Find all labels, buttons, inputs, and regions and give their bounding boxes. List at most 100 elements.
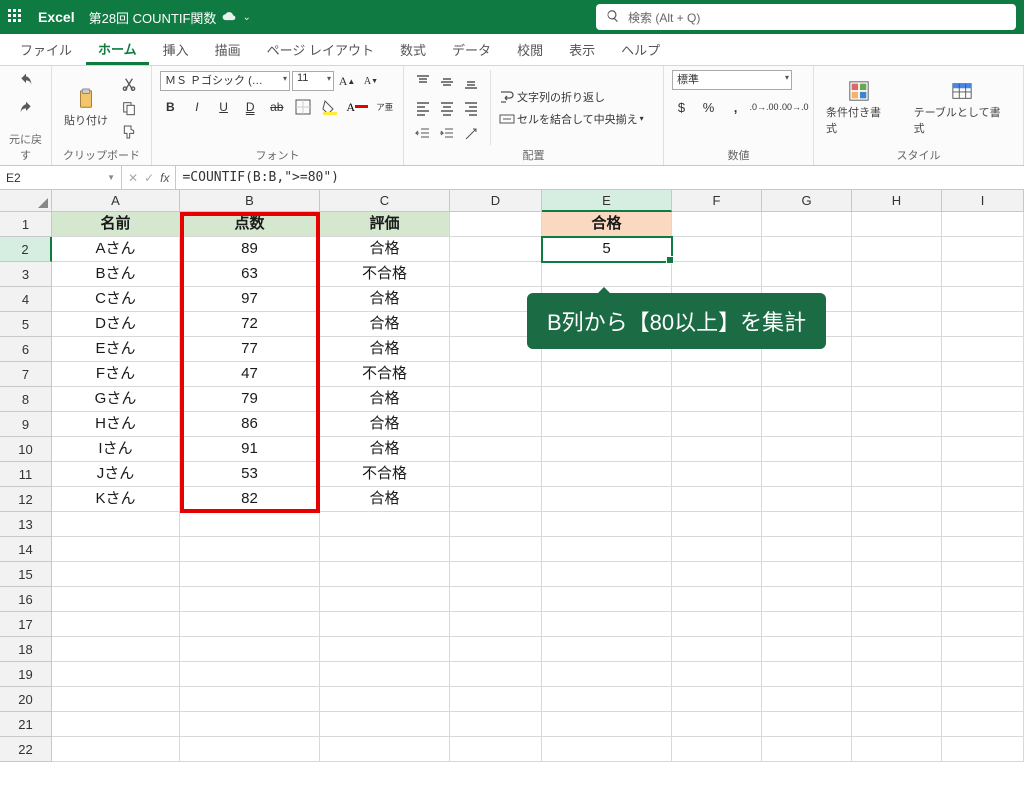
currency-button[interactable]: $ (672, 96, 691, 118)
row-header-4[interactable]: 4 (0, 287, 52, 312)
cell-B10[interactable]: 91 (180, 437, 320, 462)
document-title[interactable]: 第28回 COUNTIF関数 ⌄ (89, 8, 251, 27)
cell-B4[interactable]: 97 (180, 287, 320, 312)
cell-I21[interactable] (942, 712, 1024, 737)
cell-C16[interactable] (320, 587, 450, 612)
cell-D15[interactable] (450, 562, 542, 587)
cell-D3[interactable] (450, 262, 542, 287)
cell-B5[interactable]: 72 (180, 312, 320, 337)
tab-page-layout[interactable]: ページ レイアウト (255, 34, 386, 65)
cell-A3[interactable]: Bさん (52, 262, 180, 287)
copy-button[interactable] (118, 97, 140, 119)
cell-H15[interactable] (852, 562, 942, 587)
cell-B16[interactable] (180, 587, 320, 612)
tab-draw[interactable]: 描画 (203, 34, 253, 65)
cell-E18[interactable] (542, 637, 672, 662)
cell-F7[interactable] (672, 362, 762, 387)
cell-E8[interactable] (542, 387, 672, 412)
cell-C18[interactable] (320, 637, 450, 662)
cell-H22[interactable] (852, 737, 942, 762)
cell-C13[interactable] (320, 512, 450, 537)
cell-I22[interactable] (942, 737, 1024, 762)
cell-B18[interactable] (180, 637, 320, 662)
row-header-22[interactable]: 22 (0, 737, 52, 762)
cell-H1[interactable] (852, 212, 942, 237)
cell-C8[interactable]: 合格 (320, 387, 450, 412)
cell-A13[interactable] (52, 512, 180, 537)
align-left-button[interactable] (412, 97, 434, 119)
apps-icon[interactable] (8, 9, 24, 25)
cell-C3[interactable]: 不合格 (320, 262, 450, 287)
cell-C10[interactable]: 合格 (320, 437, 450, 462)
cell-D2[interactable] (450, 237, 542, 262)
cell-B19[interactable] (180, 662, 320, 687)
cell-G15[interactable] (762, 562, 852, 587)
cell-D12[interactable] (450, 487, 542, 512)
align-top-button[interactable] (412, 71, 434, 93)
cell-B7[interactable]: 47 (180, 362, 320, 387)
cell-G18[interactable] (762, 637, 852, 662)
cell-F21[interactable] (672, 712, 762, 737)
tab-formulas[interactable]: 数式 (388, 34, 438, 65)
cell-C12[interactable]: 合格 (320, 487, 450, 512)
tab-data[interactable]: データ (440, 34, 503, 65)
cell-G21[interactable] (762, 712, 852, 737)
fill-color-button[interactable] (320, 96, 341, 118)
cell-H12[interactable] (852, 487, 942, 512)
bold-button[interactable]: B (160, 96, 181, 118)
wrap-text-button[interactable]: 文字列の折り返し (499, 89, 644, 105)
row-header-3[interactable]: 3 (0, 262, 52, 287)
cell-D19[interactable] (450, 662, 542, 687)
column-header-B[interactable]: B (180, 190, 320, 212)
borders-button[interactable] (293, 96, 314, 118)
percent-button[interactable]: % (699, 96, 718, 118)
cell-I13[interactable] (942, 512, 1024, 537)
cell-H18[interactable] (852, 637, 942, 662)
cell-D16[interactable] (450, 587, 542, 612)
select-all-button[interactable] (0, 190, 52, 212)
cell-D14[interactable] (450, 537, 542, 562)
cell-A8[interactable]: Gさん (52, 387, 180, 412)
cell-F10[interactable] (672, 437, 762, 462)
cell-H4[interactable] (852, 287, 942, 312)
row-header-7[interactable]: 7 (0, 362, 52, 387)
align-bottom-button[interactable] (460, 71, 482, 93)
cell-I6[interactable] (942, 337, 1024, 362)
cell-B14[interactable] (180, 537, 320, 562)
cell-F11[interactable] (672, 462, 762, 487)
font-color-button[interactable]: A (346, 96, 368, 118)
cell-H16[interactable] (852, 587, 942, 612)
cell-I12[interactable] (942, 487, 1024, 512)
cell-I10[interactable] (942, 437, 1024, 462)
cell-G10[interactable] (762, 437, 852, 462)
cell-I19[interactable] (942, 662, 1024, 687)
cell-E1[interactable]: 合格 (542, 212, 672, 237)
cell-E10[interactable] (542, 437, 672, 462)
italic-button[interactable]: I (187, 96, 208, 118)
cell-A19[interactable] (52, 662, 180, 687)
cell-I11[interactable] (942, 462, 1024, 487)
cell-C2[interactable]: 合格 (320, 237, 450, 262)
cell-E22[interactable] (542, 737, 672, 762)
cell-G8[interactable] (762, 387, 852, 412)
phonetic-button[interactable]: ア亜 (374, 96, 395, 118)
cell-F16[interactable] (672, 587, 762, 612)
cell-B9[interactable]: 86 (180, 412, 320, 437)
cell-C5[interactable]: 合格 (320, 312, 450, 337)
cell-H7[interactable] (852, 362, 942, 387)
tab-file[interactable]: ファイル (8, 34, 84, 65)
cell-G13[interactable] (762, 512, 852, 537)
format-as-table-button[interactable]: テーブルとして書式 (910, 78, 1015, 138)
cell-H14[interactable] (852, 537, 942, 562)
cell-I17[interactable] (942, 612, 1024, 637)
decrease-font-button[interactable]: A▼ (360, 70, 382, 92)
row-header-9[interactable]: 9 (0, 412, 52, 437)
search-input[interactable]: 検索 (Alt + Q) (596, 4, 1016, 30)
cell-H2[interactable] (852, 237, 942, 262)
cell-E17[interactable] (542, 612, 672, 637)
cell-C11[interactable]: 不合格 (320, 462, 450, 487)
cell-I7[interactable] (942, 362, 1024, 387)
cell-B21[interactable] (180, 712, 320, 737)
row-header-16[interactable]: 16 (0, 587, 52, 612)
cell-D18[interactable] (450, 637, 542, 662)
